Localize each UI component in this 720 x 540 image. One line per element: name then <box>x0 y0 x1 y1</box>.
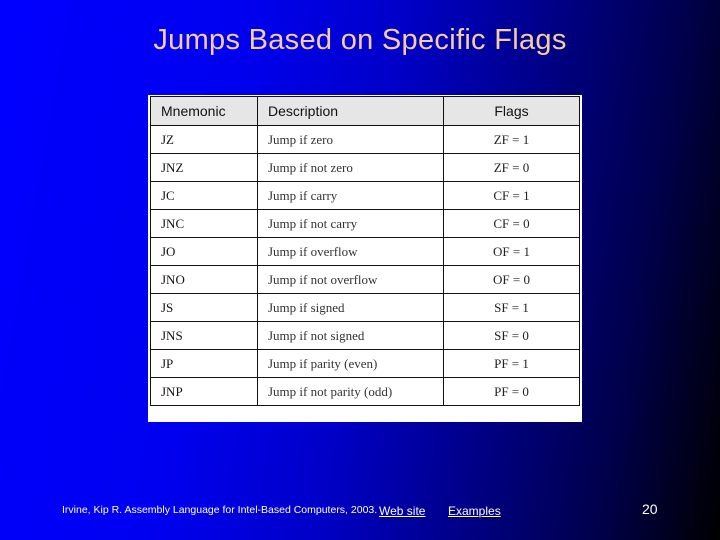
flags-cell: CF = 0 <box>443 209 580 238</box>
mnemonic-cell: JNP <box>150 377 258 406</box>
slide-title-text: Jumps Based on Specific Flags <box>153 24 567 56</box>
table-row: JNP Jump if not parity (odd) PF = 0 <box>150 377 580 406</box>
description-cell: Jump if not overflow <box>257 265 444 294</box>
description-cell: Jump if carry <box>257 181 444 210</box>
table-row: JNS Jump if not signed SF = 0 <box>150 321 580 350</box>
flags-cell: ZF = 0 <box>443 153 580 182</box>
table-row: JS Jump if signed SF = 1 <box>150 293 580 322</box>
description-cell: Jump if not parity (odd) <box>257 377 444 406</box>
mnemonic-cell: JNS <box>150 321 258 350</box>
description-cell: Jump if zero <box>257 125 444 154</box>
header-mnemonic: Mnemonic <box>150 96 258 126</box>
table-row: JNO Jump if not overflow OF = 0 <box>150 265 580 294</box>
mnemonic-cell: JZ <box>150 125 258 154</box>
header-description: Description <box>257 96 444 126</box>
mnemonic-cell: JNO <box>150 265 258 294</box>
header-flags: Flags <box>443 96 580 126</box>
mnemonic-cell: JS <box>150 293 258 322</box>
flags-cell: CF = 1 <box>443 181 580 210</box>
table-row: JNC Jump if not carry CF = 0 <box>150 209 580 238</box>
mnemonic-cell: JO <box>150 237 258 266</box>
flags-table-container: Mnemonic Description Flags JZ Jump if ze… <box>148 95 582 422</box>
mnemonic-cell: JNZ <box>150 153 258 182</box>
mnemonic-cell: JP <box>150 349 258 378</box>
table-row: JO Jump if overflow OF = 1 <box>150 237 580 266</box>
table-header-row: Mnemonic Description Flags <box>150 96 580 126</box>
web-site-link[interactable]: Web site <box>379 504 425 518</box>
table-row: JZ Jump if zero ZF = 1 <box>150 125 580 154</box>
description-cell: Jump if signed <box>257 293 444 322</box>
flags-cell: PF = 0 <box>443 377 580 406</box>
description-cell: Jump if overflow <box>257 237 444 266</box>
table-row: JC Jump if carry CF = 1 <box>150 181 580 210</box>
page-number: 20 <box>642 501 658 517</box>
mnemonic-cell: JNC <box>150 209 258 238</box>
flags-cell: OF = 1 <box>443 237 580 266</box>
flags-cell: SF = 0 <box>443 321 580 350</box>
table-row: JNZ Jump if not zero ZF = 0 <box>150 153 580 182</box>
mnemonic-cell: JC <box>150 181 258 210</box>
flags-cell: ZF = 1 <box>443 125 580 154</box>
flags-cell: PF = 1 <box>443 349 580 378</box>
examples-link[interactable]: Examples <box>448 504 501 518</box>
description-cell: Jump if parity (even) <box>257 349 444 378</box>
table-row: JP Jump if parity (even) PF = 1 <box>150 349 580 378</box>
jump-flags-table: Mnemonic Description Flags JZ Jump if ze… <box>150 96 580 406</box>
citation: Irvine, Kip R. Assembly Language for Int… <box>62 504 378 516</box>
description-cell: Jump if not carry <box>257 209 444 238</box>
description-cell: Jump if not zero <box>257 153 444 182</box>
description-cell: Jump if not signed <box>257 321 444 350</box>
slide-title: Jumps Based on Specific Flags <box>0 24 720 57</box>
flags-cell: SF = 1 <box>443 293 580 322</box>
flags-cell: OF = 0 <box>443 265 580 294</box>
